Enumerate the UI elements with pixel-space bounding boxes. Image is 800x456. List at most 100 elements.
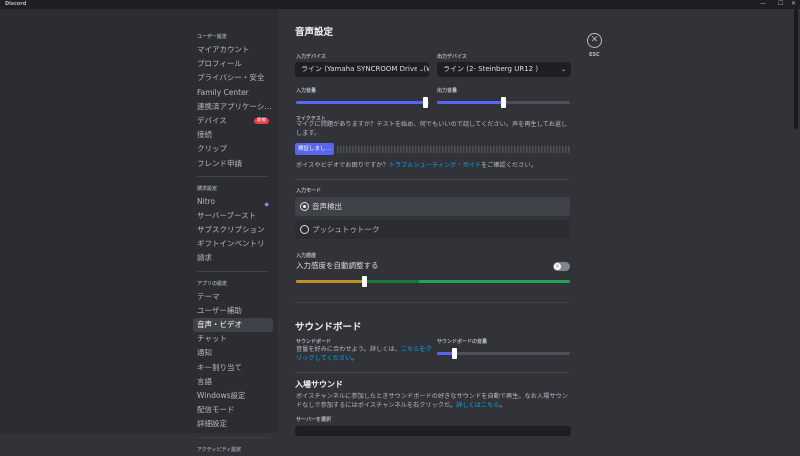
sidebar-item-label: Windows設定 [197,390,246,400]
auto-sensitivity-toggle[interactable] [553,262,570,271]
sidebar-item[interactable]: サーバーブースト [193,209,273,223]
sidebar-item-label: Family Center [197,87,249,97]
divider [197,270,269,272]
sidebar-item[interactable]: 配信モード [193,403,273,417]
soundboard-volume-label: サウンドボードの音量 [437,339,488,345]
entrance-help-link[interactable]: 詳しくはこちら [456,402,499,409]
input-volume-slider[interactable] [296,97,429,108]
sidebar-item-label: 接続 [197,130,212,140]
current-level [364,280,420,283]
output-volume-slider[interactable] [437,97,570,108]
app-title: Discord [5,1,27,7]
sensitivity-slider[interactable] [296,276,570,287]
close-icon[interactable]: ✕ [587,33,602,48]
slider-handle[interactable] [451,348,457,359]
soundboard-description: 音量を好みに合わせよう。詳しくは、こちらをクリックしてください。 [296,346,432,362]
sidebar-item[interactable]: クリップ [193,142,273,156]
slider-handle[interactable] [501,97,506,108]
sidebar-item-label: プライバシー・安全 [197,73,265,83]
sidebar-item[interactable]: 接続 [193,128,273,142]
sidebar-item-label: 配信モード [197,405,235,415]
sidebar-item-label: マイアカウント [197,45,250,54]
sidebar-item[interactable]: 請求 [193,251,273,265]
help-text: ボイスやビデオでお困りですか？トラブルシューティング・ガイドをご確認ください。 [296,162,537,169]
soundboard-label: サウンドボード [296,339,332,345]
sidebar-item-label: クリップ [197,144,227,154]
sidebar-section-header: アプリの設定 [197,280,228,287]
sidebar-item[interactable]: フレンド申請 [193,157,273,171]
radio-push-to-talk[interactable]: プッシュトゥトーク [295,220,570,239]
sidebar-item-label: サーバーブースト [197,210,257,220]
sidebar-item[interactable]: プロフィール [193,57,273,71]
soundboard-title: サウンドボード [295,322,362,333]
minimize-button[interactable]: — [760,0,766,7]
close-window-button[interactable]: ✕ [791,0,796,7]
sidebar-item[interactable]: Nitro ◆ [193,195,273,209]
input-device-label: 入力デバイス [296,54,326,60]
sidebar-item[interactable]: サブスクリプション [193,223,273,237]
chevron-down-icon: ⌄ [560,66,566,73]
troubleshooting-link[interactable]: トラブルシューティング・ガイド [389,162,481,169]
sidebar-item[interactable]: チャット [193,332,273,346]
mic-test-button[interactable]: 検証しまし… [295,143,335,155]
soundboard-volume-slider[interactable] [437,348,570,359]
sidebar-item[interactable]: 音声・ビデオ [193,318,273,333]
server-select-label: サーバーを選択 [296,417,331,423]
divider [295,302,570,303]
sidebar-item[interactable]: 通知 [193,346,273,360]
sidebar-section-header: アクティビティ設定 [197,446,242,453]
radio-unchecked-icon [300,225,309,234]
sidebar-item[interactable]: 言語 [193,375,273,389]
sidebar-section-header: ユーザー設定 [197,34,227,40]
sidebar-item-label: 請求 [197,253,212,263]
maximize-button[interactable]: ☐ [778,0,783,7]
divider [197,436,269,438]
input-volume-label: 入力音量 [296,88,317,94]
sidebar-item[interactable]: プライバシー・安全 [193,71,273,85]
input-device-value: ライン (Yamaha SYNCROOM Driver (WDM)) [301,65,429,73]
entrance-sound-title: 入場サウンド [295,380,343,389]
sidebar-item[interactable]: ユーザー補助 [193,304,273,318]
esc-label: ESC [589,52,600,58]
sidebar-item-label: ユーザー補助 [197,305,242,315]
input-device-select[interactable]: ライン (Yamaha SYNCROOM Driver (WDM))⌄ [295,62,429,77]
output-device-select[interactable]: ライン (2- Steinberg UR12 ) ⌄ [437,62,571,77]
sidebar-item-label: Nitro [197,196,216,206]
sidebar-item[interactable]: Family Center [193,86,273,100]
sidebar-item-label: デバイス [197,115,227,125]
sidebar-item-label: サブスクリプション [197,225,265,235]
server-select[interactable] [295,426,571,436]
settings-sidebar: ユーザー設定マイアカウント プロフィールプライバシー・安全 Family Cente… [0,9,278,453]
page-title: 音声設定 [295,27,334,38]
sidebar-item-label: 言語 [197,376,212,386]
output-device-label: 出力デバイス [437,54,467,60]
sidebar-item[interactable]: テーマ [193,290,273,304]
sensitivity-label: 入力感度 [296,253,317,259]
sidebar-item[interactable]: キー割り当て [193,361,273,375]
sidebar-item-label: フレンド申請 [197,158,242,168]
entrance-sound-description: ボイスチャンネルに参加したときサウンドボードの好きなサウンドを自動で再生。なお入… [296,393,568,409]
sidebar-item-label: プロフィール [197,59,242,69]
sidebar-item[interactable]: ギフトインベントリ [193,237,273,251]
new-badge: 新規 [254,117,269,124]
sidebar-item[interactable]: マイアカウント [193,43,273,57]
sidebar-item[interactable]: 連携済アプリケーション [193,100,273,114]
sidebar-item[interactable]: 詳細設定 [193,417,273,431]
sidebar-item[interactable]: デバイス 新規 [193,114,273,128]
slider-handle[interactable] [422,97,428,108]
mic-level-meter [337,146,570,153]
slider-handle[interactable] [362,276,367,287]
sidebar-item-label: 連携済アプリケーション [197,101,273,111]
scrollbar[interactable] [794,9,798,129]
mic-test-description: マイクに問題がありますか？テストを始め、何でもいいので話してください。声を再生し… [296,121,568,137]
sidebar-item-label: キー割り当て [197,362,242,372]
divider [197,175,269,177]
divider [295,179,570,180]
sidebar-item-label: 詳細設定 [197,419,227,429]
sidebar-item[interactable]: Windows設定 [193,389,273,403]
divider [295,372,570,373]
output-device-value: ライン (2- Steinberg UR12 ) [443,65,539,73]
radio-voice-activity[interactable]: 音声検出 [295,197,570,216]
auto-sensitivity-label: 入力感度を自動調整する [296,261,379,270]
sidebar-item-label: 音声・ビデオ [197,320,242,329]
